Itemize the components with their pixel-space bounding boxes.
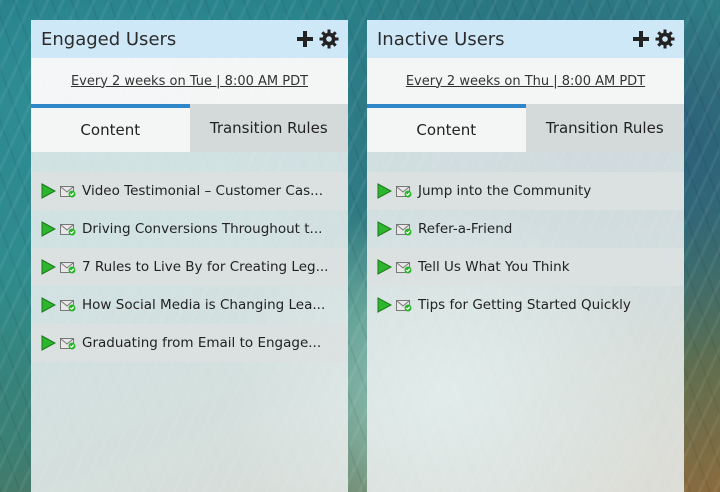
panel-title: Inactive Users [377,28,505,50]
content-list: Video Testimonial – Customer Cas... Driv… [31,172,348,362]
play-icon[interactable] [40,221,56,237]
item-label: Tips for Getting Started Quickly [418,297,631,313]
item-label: Tell Us What You Think [418,259,570,275]
play-icon[interactable] [40,335,56,351]
email-icon [396,184,412,198]
panel-title: Engaged Users [41,28,177,50]
list-item[interactable]: Refer-a-Friend [367,210,684,248]
item-label: Graduating from Email to Engage... [82,335,322,351]
item-label: Refer-a-Friend [418,221,513,237]
content-list: Jump into the Community Refer-a-Friend T… [367,172,684,324]
panel-header: Inactive Users [367,20,684,58]
tab-transition-rules[interactable]: Transition Rules [525,104,684,152]
list-item[interactable]: Driving Conversions Throughout t... [31,210,348,248]
email-icon [396,222,412,236]
play-icon[interactable] [40,297,56,313]
email-icon [60,260,76,274]
panel-header: Engaged Users [31,20,348,58]
schedule-link[interactable]: Every 2 weeks on Tue | 8:00 AM PDT [71,74,308,89]
play-icon[interactable] [376,183,392,199]
tab-content[interactable]: Content [367,104,526,152]
item-label: Video Testimonial – Customer Cas... [82,183,323,199]
stream-panel-inactive-users: Inactive Users Every 2 weeks on Thu | 8:… [367,20,684,492]
list-item[interactable]: Graduating from Email to Engage... [31,324,348,362]
stream-panel-engaged-users: Engaged Users Every 2 weeks on Tue | 8:0… [31,20,348,492]
schedule-link[interactable]: Every 2 weeks on Thu | 8:00 AM PDT [406,74,645,89]
tab-bar: Content Transition Rules [367,104,684,152]
list-item[interactable]: Video Testimonial – Customer Cas... [31,172,348,210]
list-item[interactable]: Tell Us What You Think [367,248,684,286]
plus-icon[interactable] [295,29,315,49]
play-icon[interactable] [376,259,392,275]
tab-content[interactable]: Content [31,104,190,152]
play-icon[interactable] [376,297,392,313]
email-icon [60,222,76,236]
play-icon[interactable] [40,183,56,199]
list-item[interactable]: 7 Rules to Live By for Creating Leg... [31,248,348,286]
email-icon [60,298,76,312]
tab-transition-rules[interactable]: Transition Rules [189,104,348,152]
item-label: 7 Rules to Live By for Creating Leg... [82,259,329,275]
tab-bar: Content Transition Rules [31,104,348,152]
list-item[interactable]: Tips for Getting Started Quickly [367,286,684,324]
item-label: How Social Media is Changing Lea... [82,297,326,313]
item-label: Driving Conversions Throughout t... [82,221,323,237]
play-icon[interactable] [40,259,56,275]
email-icon [396,298,412,312]
list-item[interactable]: Jump into the Community [367,172,684,210]
play-icon[interactable] [376,221,392,237]
email-icon [60,336,76,350]
plus-icon[interactable] [631,29,651,49]
list-item[interactable]: How Social Media is Changing Lea... [31,286,348,324]
email-icon [396,260,412,274]
item-label: Jump into the Community [418,183,592,199]
email-icon [60,184,76,198]
gear-icon[interactable] [655,29,675,49]
gear-icon[interactable] [319,29,339,49]
